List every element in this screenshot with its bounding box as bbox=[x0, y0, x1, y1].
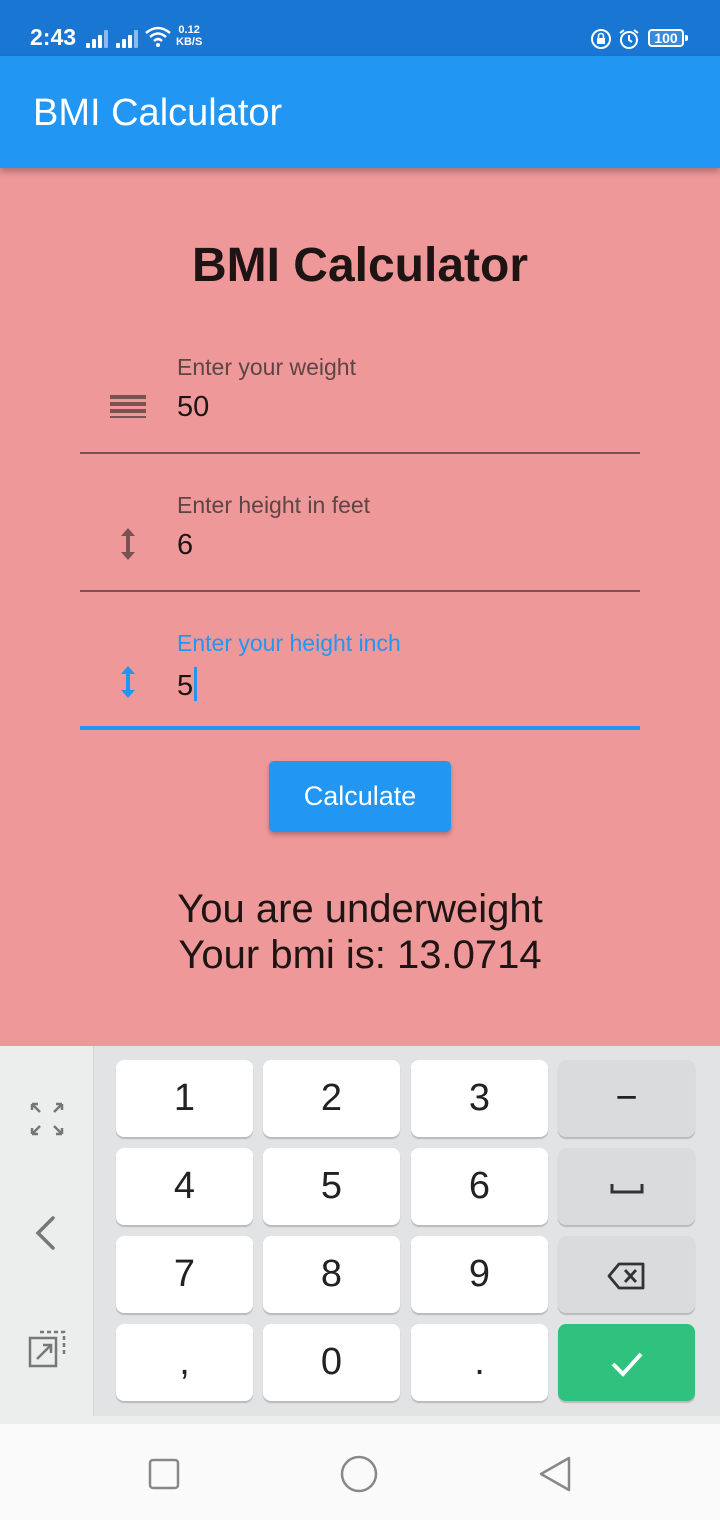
height-inch-text: 5 bbox=[177, 670, 194, 702]
key-8[interactable]: 8 bbox=[263, 1236, 400, 1313]
height-inch-field[interactable]: Enter your height inch 5 bbox=[80, 610, 640, 730]
rotation-lock-icon bbox=[591, 29, 611, 49]
key-backspace[interactable] bbox=[558, 1236, 695, 1313]
navigation-bar bbox=[0, 1424, 720, 1520]
key-1[interactable]: 1 bbox=[116, 1060, 253, 1137]
key-minus[interactable]: − bbox=[558, 1060, 695, 1137]
field-underline-focused bbox=[80, 726, 640, 730]
text-cursor bbox=[194, 667, 198, 701]
space-icon bbox=[610, 1183, 643, 1194]
height-inch-label: Enter your height inch bbox=[177, 630, 401, 656]
result-status: You are underweight bbox=[177, 887, 543, 931]
key-space[interactable] bbox=[558, 1148, 695, 1225]
weight-label: Enter your weight bbox=[177, 354, 356, 380]
vertical-arrows-icon bbox=[121, 666, 135, 698]
vertical-arrows-icon bbox=[121, 528, 135, 560]
key-3[interactable]: 3 bbox=[411, 1060, 548, 1137]
app-bar-title: BMI Calculator bbox=[33, 92, 283, 134]
page-title: BMI Calculator bbox=[191, 239, 529, 292]
signal-icon bbox=[116, 28, 140, 48]
home-icon[interactable] bbox=[339, 1454, 379, 1494]
alarm-icon bbox=[619, 29, 639, 49]
key-enter[interactable] bbox=[558, 1324, 695, 1401]
signal-icon bbox=[86, 28, 110, 48]
height-inch-value[interactable]: 5 bbox=[177, 667, 198, 703]
key-5[interactable]: 5 bbox=[263, 1148, 400, 1225]
key-4[interactable]: 4 bbox=[116, 1148, 253, 1225]
wifi-icon bbox=[145, 26, 171, 47]
key-6[interactable]: 6 bbox=[411, 1148, 548, 1225]
calculate-button[interactable]: Calculate bbox=[269, 761, 451, 832]
numeric-keyboard: 1 2 3 − 4 5 6 7 8 9 , 0 . bbox=[0, 1046, 720, 1424]
weight-lines-icon bbox=[110, 395, 146, 418]
height-feet-field[interactable]: Enter height in feet 6 bbox=[80, 472, 640, 592]
battery-icon: 100 bbox=[648, 29, 688, 47]
network-speed: 0.12 KB/S bbox=[176, 24, 203, 48]
keyboard-keys: 1 2 3 − 4 5 6 7 8 9 , 0 . bbox=[93, 1046, 720, 1416]
field-underline bbox=[80, 590, 640, 592]
fullscreen-icon[interactable] bbox=[26, 1098, 68, 1140]
key-2[interactable]: 2 bbox=[263, 1060, 400, 1137]
height-feet-value[interactable]: 6 bbox=[177, 529, 193, 562]
status-bar: 2:43 0.12 KB/S 100 bbox=[0, 0, 720, 56]
check-icon bbox=[611, 1352, 642, 1377]
status-time: 2:43 bbox=[30, 24, 77, 50]
backspace-icon bbox=[607, 1262, 644, 1290]
key-0[interactable]: 0 bbox=[263, 1324, 400, 1401]
key-9[interactable]: 9 bbox=[411, 1236, 548, 1313]
key-dot[interactable]: . bbox=[411, 1324, 548, 1401]
chevron-left-icon[interactable] bbox=[26, 1212, 68, 1254]
main-content: BMI Calculator Enter your weight 50 Ente… bbox=[0, 168, 720, 1046]
result-bmi: Your bmi is: 13.0714 bbox=[178, 933, 542, 977]
key-7[interactable]: 7 bbox=[116, 1236, 253, 1313]
recents-icon[interactable] bbox=[144, 1454, 184, 1494]
height-feet-label: Enter height in feet bbox=[177, 492, 371, 518]
back-icon[interactable] bbox=[535, 1454, 575, 1494]
keyboard-side-panel bbox=[0, 1046, 93, 1424]
field-underline bbox=[80, 452, 640, 454]
result-text: You are underweight Your bmi is: 13.0714 bbox=[0, 886, 720, 978]
weight-value[interactable]: 50 bbox=[177, 391, 209, 424]
float-keyboard-icon[interactable] bbox=[26, 1328, 68, 1370]
key-comma[interactable]: , bbox=[116, 1324, 253, 1401]
app-bar: BMI Calculator bbox=[0, 56, 720, 168]
weight-field[interactable]: Enter your weight 50 bbox=[80, 334, 640, 454]
